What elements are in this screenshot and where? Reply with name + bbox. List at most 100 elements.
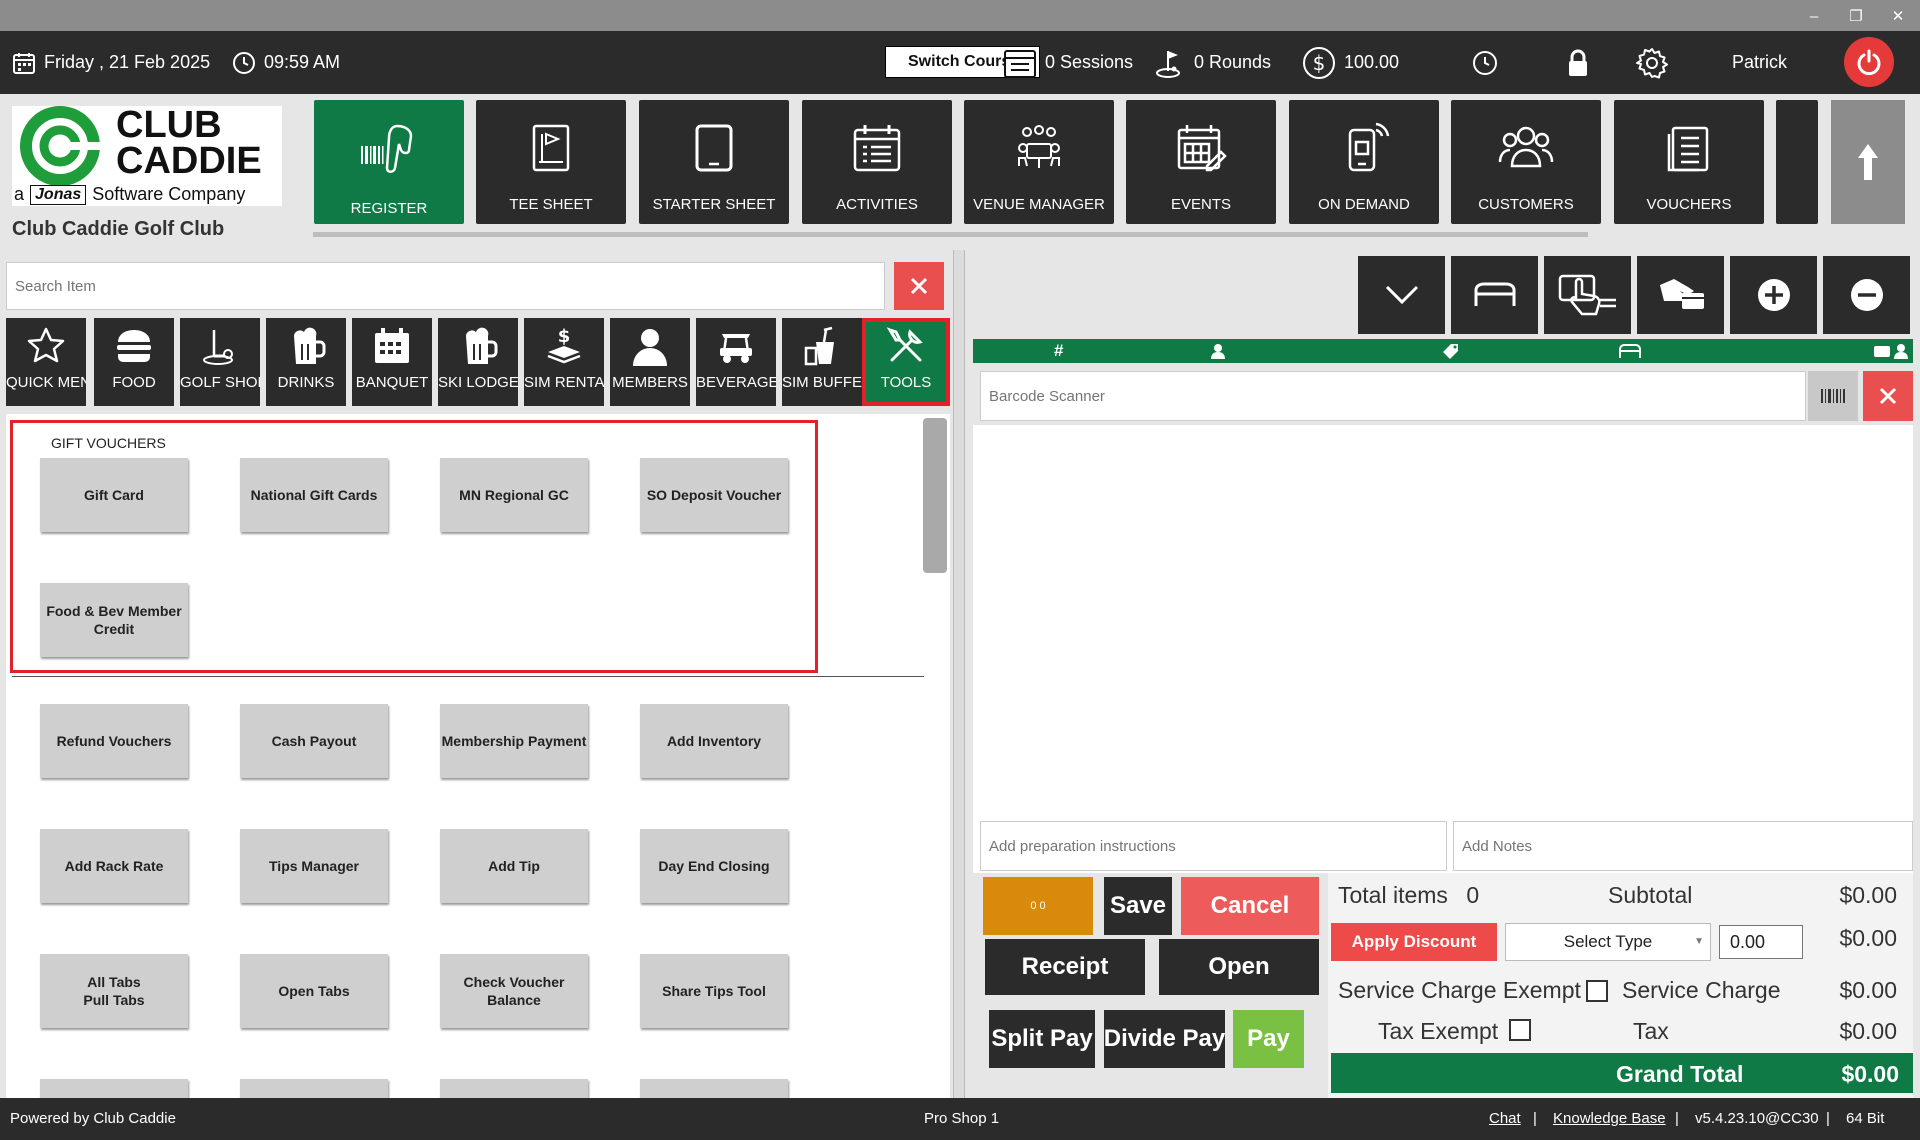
divide-pay-button[interactable]: Divide Pay	[1104, 1010, 1225, 1068]
order-actions-area: 0 0 Save Cancel Receipt Open Split Pay D…	[973, 873, 1913, 1098]
so-deposit-voucher-button[interactable]: SO Deposit Voucher	[640, 458, 788, 532]
hand-card-button[interactable]	[1637, 256, 1724, 334]
nav-on-demand[interactable]: ON DEMAND	[1289, 100, 1439, 224]
settings-button[interactable]	[1636, 31, 1668, 94]
partial-tool-button[interactable]	[240, 1079, 388, 1098]
category-sim-buffet[interactable]: SIM BUFFET	[782, 318, 862, 406]
close-window-button[interactable]: ✕	[1884, 4, 1912, 28]
receipt-button[interactable]: Receipt	[985, 939, 1145, 995]
national-gift-cards-button[interactable]: National Gift Cards	[240, 458, 388, 532]
events-icon	[1177, 125, 1227, 172]
open-tabs-button[interactable]: Open Tabs	[240, 954, 388, 1028]
food-bev-member-credit-button[interactable]: Food & Bev Member Credit	[40, 583, 188, 657]
knowledge-base-link[interactable]: Knowledge Base	[1553, 1110, 1666, 1127]
share-tips-tool-button[interactable]: Share Tips Tool	[640, 954, 788, 1028]
user-name[interactable]: Patrick	[1732, 31, 1787, 94]
minimize-button[interactable]: –	[1800, 4, 1828, 28]
nav-customers[interactable]: CUSTOMERS	[1451, 100, 1601, 224]
nav-starter-sheet[interactable]: STARTER SHEET	[639, 100, 789, 224]
add-item-button[interactable]	[1730, 256, 1817, 334]
calendar-list-icon	[853, 125, 901, 172]
category-beverage[interactable]: BEVERAGE	[696, 318, 776, 406]
table-button[interactable]	[1451, 256, 1538, 334]
pane-splitter[interactable]	[953, 250, 965, 1098]
category-label: MEMBERS	[612, 374, 688, 391]
notes-input[interactable]	[1453, 821, 1913, 871]
category-quick-menu[interactable]: QUICK MENU	[6, 318, 86, 406]
svg-text:$: $	[1313, 51, 1326, 75]
tax-exempt-checkbox[interactable]	[1509, 1019, 1531, 1041]
barcode-scan-button[interactable]	[1808, 371, 1858, 421]
rounds-display[interactable]: 0 Rounds	[1154, 31, 1271, 94]
tag-header-icon	[1443, 344, 1458, 359]
lock-button[interactable]	[1567, 31, 1589, 94]
barcode-scanner-input[interactable]	[980, 371, 1806, 421]
partial-tool-button[interactable]	[40, 1079, 188, 1098]
nav-venue-manager[interactable]: VENUE MANAGER	[964, 100, 1114, 224]
all-tabs-pull-tabs-button[interactable]: All Tabs Pull Tabs	[40, 954, 188, 1028]
dollar-icon: $	[1303, 46, 1335, 79]
tax-exempt-label: Tax Exempt	[1378, 1018, 1499, 1044]
category-food[interactable]: FOOD	[94, 318, 174, 406]
sessions-display[interactable]: 0 Sessions	[1003, 31, 1133, 94]
search-clear-button[interactable]	[894, 262, 944, 310]
category-sim-rental[interactable]: $ SIM RENTAL	[524, 318, 604, 406]
pay-button[interactable]: Pay	[1233, 1010, 1304, 1068]
collapse-button[interactable]	[1358, 256, 1445, 334]
refund-vouchers-button[interactable]: Refund Vouchers	[40, 704, 188, 778]
save-button[interactable]: Save	[1104, 877, 1172, 935]
category-ski-lodge[interactable]: SKI LODGE	[438, 318, 518, 406]
power-button[interactable]	[1844, 37, 1894, 87]
category-banquet[interactable]: BANQUET	[352, 318, 432, 406]
nav-activities[interactable]: ACTIVITIES	[802, 100, 952, 224]
category-members[interactable]: MEMBERS	[610, 318, 690, 406]
barcode-clear-button[interactable]	[1863, 371, 1913, 421]
gift-card-button[interactable]: Gift Card	[40, 458, 188, 532]
search-item-input[interactable]	[6, 262, 885, 310]
cash-payout-button[interactable]: Cash Payout	[240, 704, 388, 778]
grand-total-bar: Grand Total $0.00	[1331, 1053, 1913, 1093]
nav-register[interactable]: REGISTER	[314, 100, 464, 224]
barcode-scanner-icon	[361, 124, 413, 173]
mn-regional-gc-button[interactable]: MN Regional GC	[440, 458, 588, 532]
category-label: SIM BUFFET	[782, 374, 862, 391]
apply-discount-button[interactable]: Apply Discount	[1331, 923, 1497, 961]
balance-display[interactable]: $ 100.00	[1302, 31, 1399, 94]
sessions-text: 0 Sessions	[1045, 52, 1134, 72]
nav-scrollbar[interactable]	[313, 232, 1588, 237]
membership-payment-button[interactable]: Membership Payment	[440, 704, 588, 778]
version: v5.4.23.10@CC30	[1695, 1110, 1819, 1127]
discount-type-select[interactable]: Select Type ▼	[1505, 923, 1711, 961]
remove-item-button[interactable]	[1823, 256, 1910, 334]
tools-scrollbar[interactable]	[923, 418, 947, 573]
add-rack-rate-button[interactable]: Add Rack Rate	[40, 829, 188, 903]
scroll-up-button[interactable]	[1831, 100, 1905, 224]
money-stack-icon: $	[547, 326, 581, 364]
partial-tool-button[interactable]	[440, 1079, 588, 1098]
prep-instructions-input[interactable]	[980, 821, 1447, 871]
cancel-button[interactable]: Cancel	[1181, 877, 1319, 935]
nav-events[interactable]: EVENTS	[1126, 100, 1276, 224]
tips-manager-button[interactable]: Tips Manager	[240, 829, 388, 903]
tap-pay-button[interactable]	[1544, 256, 1631, 334]
category-tools[interactable]: TOOLS	[862, 318, 950, 406]
counter-badge[interactable]: 0 0	[983, 877, 1093, 935]
nav-more-partial[interactable]	[1776, 100, 1818, 224]
open-button[interactable]: Open	[1159, 939, 1319, 995]
day-end-closing-button[interactable]: Day End Closing	[640, 829, 788, 903]
category-golf-shop[interactable]: GOLF SHOP	[180, 318, 260, 406]
history-button[interactable]	[1472, 31, 1498, 94]
nav-tee-sheet[interactable]: TEE SHEET	[476, 100, 626, 224]
split-pay-button[interactable]: Split Pay	[989, 1010, 1095, 1068]
restore-button[interactable]: ❐	[1842, 4, 1870, 28]
add-inventory-button[interactable]: Add Inventory	[640, 704, 788, 778]
chat-link[interactable]: Chat	[1489, 1110, 1521, 1127]
service-charge-exempt-checkbox[interactable]	[1586, 980, 1608, 1002]
nav-vouchers[interactable]: VOUCHERS	[1614, 100, 1764, 224]
check-voucher-balance-button[interactable]: Check Voucher Balance	[440, 954, 588, 1028]
category-drinks[interactable]: DRINKS	[266, 318, 346, 406]
partial-tool-button[interactable]	[640, 1079, 788, 1098]
add-tip-button[interactable]: Add Tip	[440, 829, 588, 903]
discount-value-input[interactable]: 0.00	[1719, 925, 1803, 959]
venue-icon	[1018, 125, 1060, 168]
